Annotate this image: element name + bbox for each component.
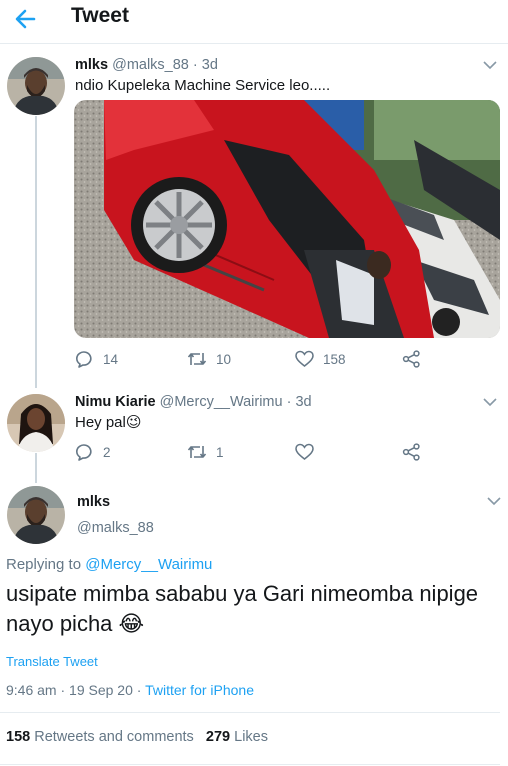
- replying-prefix: Replying to: [6, 556, 86, 573]
- tweet-datetime: 9:46 am · 19 Sep 20 ·: [6, 682, 146, 698]
- display-name[interactable]: Nimu Kiarie: [75, 394, 156, 410]
- retweet-button[interactable]: 10: [187, 350, 231, 368]
- like-button[interactable]: [295, 443, 323, 461]
- author-name[interactable]: mlks: [77, 494, 110, 510]
- retweets-stat[interactable]: 158 Retweets and comments: [6, 729, 194, 745]
- tweet-text-body: Hey pal: [75, 414, 126, 431]
- timestamp[interactable]: · 3d: [193, 57, 218, 73]
- top-bar: Tweet: [0, 0, 508, 44]
- car-photo: [74, 100, 500, 338]
- retweet-count: 1: [216, 444, 224, 460]
- likes-stat[interactable]: 279 Likes: [206, 729, 268, 745]
- share-icon: [402, 443, 420, 461]
- avatar[interactable]: [7, 486, 65, 544]
- tweet-text: ndio Kupeleka Machine Service leo.....: [75, 77, 331, 94]
- tweet-image[interactable]: [74, 100, 500, 338]
- share-icon: [402, 350, 420, 368]
- author-handle[interactable]: @malks_88: [77, 520, 154, 536]
- share-button[interactable]: [402, 443, 430, 461]
- thread-line: [35, 453, 37, 483]
- reply-button[interactable]: 14: [76, 350, 118, 368]
- reply-icon: [76, 444, 92, 461]
- share-button[interactable]: [402, 350, 430, 368]
- thread-line: [35, 116, 37, 388]
- chevron-down-icon[interactable]: [487, 496, 501, 506]
- avatar[interactable]: [7, 57, 65, 115]
- retweet-icon: [187, 446, 207, 458]
- avatar[interactable]: [7, 394, 65, 452]
- timestamp[interactable]: · 3d: [287, 394, 312, 410]
- retweet-icon: [187, 353, 207, 365]
- display-name[interactable]: mlks: [75, 57, 108, 73]
- tweet-header: mlks @malks_88 · 3d: [75, 57, 218, 73]
- mention-link[interactable]: @Mercy__Wairimu: [85, 556, 212, 573]
- translate-tweet-link[interactable]: Translate Tweet: [6, 654, 98, 669]
- tweet-source-link[interactable]: Twitter for iPhone: [145, 682, 254, 698]
- arrow-left-icon[interactable]: [12, 5, 40, 33]
- page-title: Tweet: [71, 4, 129, 27]
- retweet-count: 10: [216, 351, 232, 367]
- chevron-down-icon[interactable]: [483, 60, 497, 70]
- like-button[interactable]: 158: [295, 350, 346, 368]
- reply-count: 14: [103, 351, 119, 367]
- tweet-metadata: 9:46 am · 19 Sep 20 · Twitter for iPhone: [6, 682, 254, 698]
- replying-to: Replying to @Mercy__Wairimu: [6, 556, 212, 573]
- divider: [0, 764, 500, 765]
- divider: [0, 712, 500, 713]
- username[interactable]: @malks_88: [112, 57, 189, 73]
- chevron-down-icon[interactable]: [483, 397, 497, 407]
- main-tweet-body: usipate mimba sababu ya Gari nimeomba ni…: [6, 581, 479, 636]
- heart-icon: [295, 350, 314, 367]
- reply-icon: [76, 351, 92, 368]
- wink-emoji-icon: 😉: [125, 414, 142, 431]
- laughing-emoji-icon: 😂: [118, 611, 145, 636]
- tweet-header: Nimu Kiarie @Mercy__Wairimu · 3d: [75, 394, 312, 410]
- reply-count: 2: [103, 444, 111, 460]
- username[interactable]: @Mercy__Wairimu: [160, 394, 283, 410]
- retweet-button[interactable]: 1: [187, 443, 224, 461]
- reply-button[interactable]: 2: [76, 443, 111, 461]
- heart-icon: [295, 443, 314, 460]
- main-tweet-text: usipate mimba sababu ya Gari nimeomba ni…: [6, 579, 496, 639]
- like-count: 158: [323, 351, 346, 367]
- engagement-stats: 158 Retweets and comments 279 Likes: [6, 729, 268, 745]
- tweet-text: Hey pal😉: [75, 413, 142, 431]
